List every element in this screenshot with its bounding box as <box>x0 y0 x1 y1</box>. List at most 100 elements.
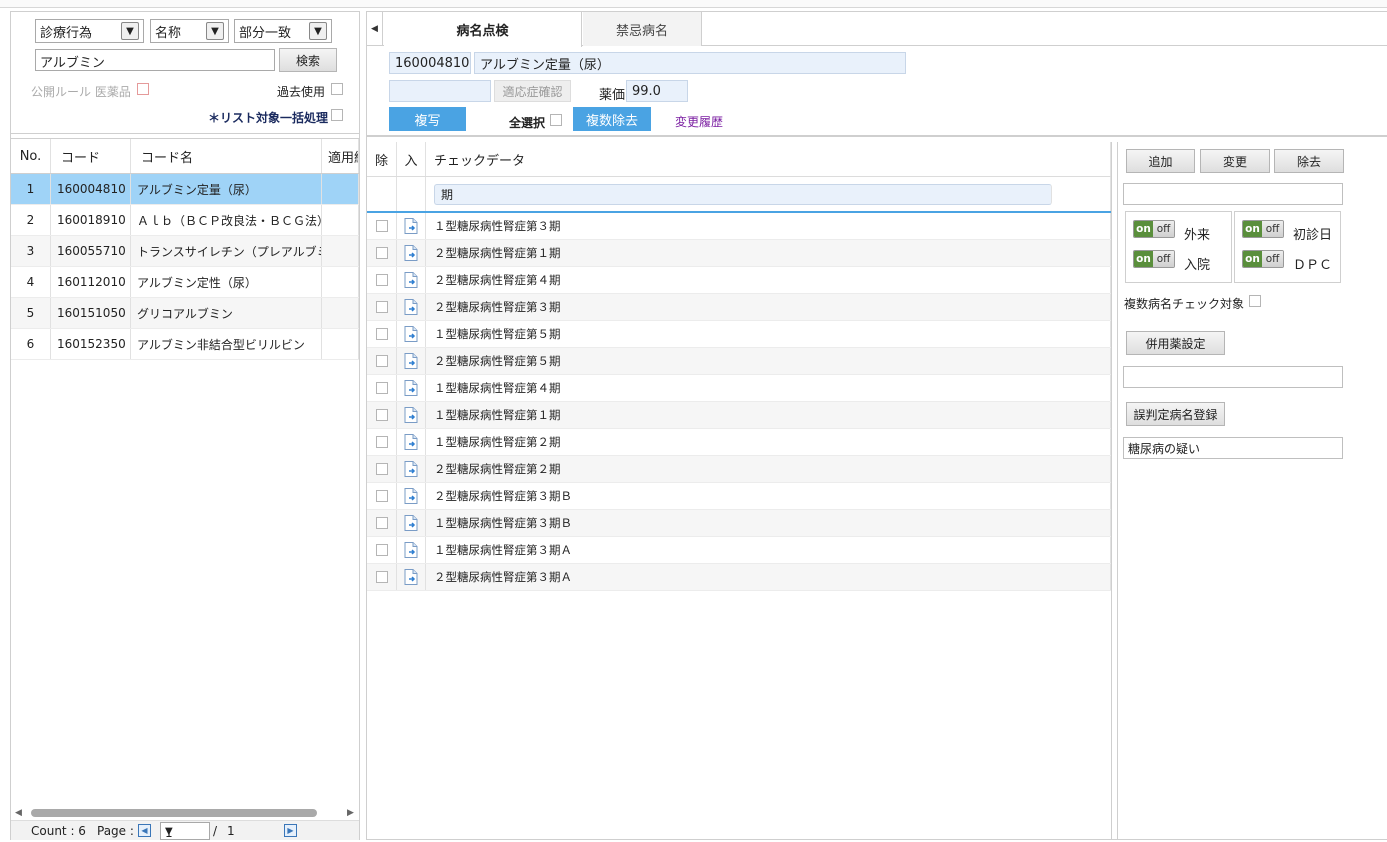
row-checkbox[interactable] <box>375 571 388 583</box>
combo-drug-button[interactable]: 併用薬設定 <box>1126 331 1225 355</box>
table-row[interactable]: １型糖尿病性腎症第３期 <box>367 213 1111 240</box>
keyword-input[interactable]: アルブミン <box>35 49 275 71</box>
row-checkbox[interactable] <box>375 328 388 340</box>
table-row[interactable]: 1 160004810 アルブミン定量（尿） <box>11 174 359 205</box>
copy-button[interactable]: 複写 <box>389 107 466 131</box>
document-import-icon[interactable] <box>404 245 418 261</box>
table-row[interactable]: ２型糖尿病性腎症第４期 <box>367 267 1111 294</box>
table-row[interactable]: １型糖尿病性腎症第３期Ａ <box>367 537 1111 564</box>
document-import-icon[interactable] <box>404 407 418 423</box>
table-row[interactable]: １型糖尿病性腎症第３期Ｂ <box>367 510 1111 537</box>
chevron-down-icon: ▼ <box>121 22 139 40</box>
document-import-icon[interactable] <box>404 299 418 315</box>
document-import-icon[interactable] <box>404 488 418 504</box>
table-row[interactable]: 4 160112010 アルブミン定性（尿） <box>11 267 359 298</box>
input-cell <box>397 483 426 509</box>
document-import-icon[interactable] <box>404 434 418 450</box>
remove-button[interactable]: 除去 <box>1274 149 1344 173</box>
page-select[interactable]: 1 ▼ <box>160 822 210 840</box>
change-button[interactable]: 変更 <box>1200 149 1270 173</box>
document-import-icon[interactable] <box>404 515 418 531</box>
code-field[interactable]: 160004810 <box>389 52 471 74</box>
dpc-toggle[interactable]: on off <box>1242 250 1284 268</box>
table-row[interactable]: ２型糖尿病性腎症第２期 <box>367 456 1111 483</box>
row-checkbox[interactable] <box>375 220 388 232</box>
table-row[interactable]: ２型糖尿病性腎症第５期 <box>367 348 1111 375</box>
table-row[interactable]: 2 160018910 Ａｌｂ（ＢＣＰ改良法・ＢＣＧ法） <box>11 205 359 236</box>
bulk-checkbox[interactable] <box>331 109 343 121</box>
row-checkbox[interactable] <box>375 355 388 367</box>
disease-input[interactable] <box>1123 183 1343 205</box>
row-checkbox[interactable] <box>375 274 388 286</box>
document-import-icon[interactable] <box>404 272 418 288</box>
misjudge-input[interactable]: 糖尿病の疑い <box>1123 437 1343 459</box>
document-import-icon[interactable] <box>404 218 418 234</box>
table-row[interactable]: 6 160152350 アルブミン非結合型ビリルビン <box>11 329 359 360</box>
document-import-icon[interactable] <box>404 461 418 477</box>
first-visit-toggle[interactable]: on off <box>1242 220 1284 238</box>
category-select[interactable]: 診療行為 ▼ <box>35 19 144 43</box>
prev-page-icon[interactable]: ◀ <box>138 824 151 837</box>
price-field[interactable]: 99.0 <box>626 80 688 102</box>
field-select[interactable]: 名称 ▼ <box>150 19 229 43</box>
side-panel: 追加 変更 除去 on off 外来 on off 入院 on off 初診日 … <box>1117 142 1387 839</box>
filter-input[interactable]: 期 <box>434 183 1052 205</box>
select-all-checkbox[interactable] <box>550 114 562 126</box>
multi-remove-button[interactable]: 複数除去 <box>573 107 651 131</box>
table-row[interactable]: １型糖尿病性腎症第２期 <box>367 429 1111 456</box>
table-row[interactable]: １型糖尿病性腎症第５期 <box>367 321 1111 348</box>
row-checkbox[interactable] <box>375 490 388 502</box>
check-data-cell: ２型糖尿病性腎症第５期 <box>426 348 1111 374</box>
tab-disease-check[interactable]: 病名点検 <box>384 12 582 47</box>
row-checkbox[interactable] <box>375 247 388 259</box>
table-row[interactable]: ２型糖尿病性腎症第３期Ｂ <box>367 483 1111 510</box>
add-button[interactable]: 追加 <box>1126 149 1195 173</box>
name-field[interactable]: アルブミン定量（尿） <box>474 52 906 74</box>
indication-check-button[interactable]: 適応症確認 <box>494 80 571 102</box>
row-checkbox[interactable] <box>375 517 388 529</box>
row-checkbox[interactable] <box>375 463 388 475</box>
past-use-checkbox[interactable] <box>331 83 343 95</box>
history-link[interactable]: 変更履歴 <box>675 113 723 130</box>
header-no[interactable]: No. <box>11 139 51 173</box>
document-import-icon[interactable] <box>404 353 418 369</box>
input-cell <box>397 510 426 536</box>
indication-field[interactable] <box>389 80 491 102</box>
table-row[interactable]: 3160055710トランスサイレチン（プレアルブミン） <box>11 236 359 267</box>
document-import-icon[interactable] <box>404 326 418 342</box>
scroll-left-icon[interactable]: ◀ <box>15 808 22 818</box>
header-code-name[interactable]: コード名 <box>131 139 322 173</box>
row-checkbox[interactable] <box>375 544 388 556</box>
table-row[interactable]: 5 160151050 グリコアルブミン <box>11 298 359 329</box>
table-row[interactable]: ２型糖尿病性腎症第１期 <box>367 240 1111 267</box>
table-row[interactable]: １型糖尿病性腎症第４期 <box>367 375 1111 402</box>
table-row[interactable]: ２型糖尿病性腎症第３期 <box>367 294 1111 321</box>
collapse-left-icon[interactable]: ◀ <box>367 12 383 46</box>
document-import-icon[interactable] <box>404 569 418 585</box>
inpatient-toggle[interactable]: on off <box>1133 250 1175 268</box>
header-code[interactable]: コード <box>51 139 131 173</box>
combo-drug-input[interactable] <box>1123 366 1343 388</box>
horizontal-scrollbar[interactable]: ◀ ▶ <box>13 807 357 819</box>
row-checkbox[interactable] <box>375 436 388 448</box>
public-rule-checkbox[interactable] <box>137 83 149 95</box>
misjudge-register-button[interactable]: 誤判定病名登録 <box>1126 402 1225 426</box>
outpatient-toggle[interactable]: on off <box>1133 220 1175 238</box>
scroll-right-icon[interactable]: ▶ <box>347 808 354 818</box>
header-applied[interactable]: 適用終 <box>322 139 359 173</box>
document-import-icon[interactable] <box>404 380 418 396</box>
scrollbar-thumb[interactable] <box>31 809 317 817</box>
document-import-icon[interactable] <box>404 542 418 558</box>
table-row[interactable]: １型糖尿病性腎症第１期 <box>367 402 1111 429</box>
row-checkbox[interactable] <box>375 301 388 313</box>
tab-contraindication[interactable]: 禁忌病名 <box>583 12 702 46</box>
table-row[interactable]: ２型糖尿病性腎症第３期Ａ <box>367 564 1111 591</box>
remove-cell <box>367 564 397 590</box>
row-checkbox[interactable] <box>375 409 388 421</box>
match-select[interactable]: 部分一致 ▼ <box>234 19 332 43</box>
next-page-icon[interactable]: ▶ <box>284 824 297 837</box>
multi-check-checkbox[interactable] <box>1249 295 1261 307</box>
search-button[interactable]: 検索 <box>279 48 337 72</box>
cell-no: 6 <box>11 329 51 359</box>
row-checkbox[interactable] <box>375 382 388 394</box>
